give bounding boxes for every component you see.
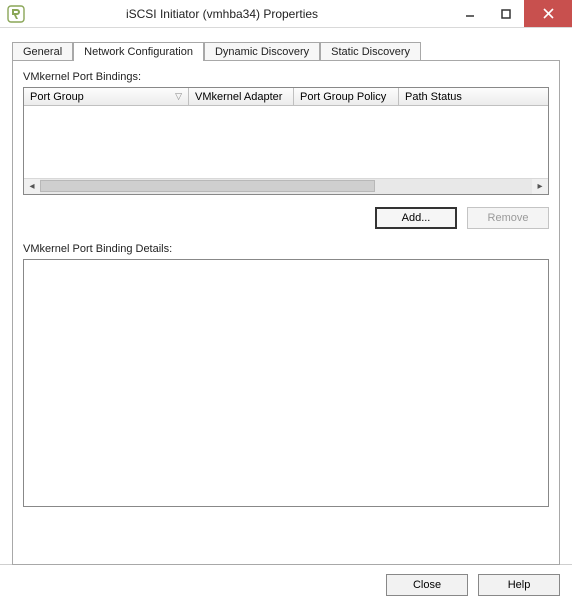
tab-general[interactable]: General xyxy=(12,42,73,61)
remove-button: Remove xyxy=(467,207,549,229)
minimize-button[interactable] xyxy=(452,0,488,27)
scroll-right-icon[interactable]: ▸ xyxy=(532,179,548,195)
binding-details-panel xyxy=(23,259,549,507)
col-pgpolicy-label: Port Group Policy xyxy=(300,91,386,103)
maximize-button[interactable] xyxy=(488,0,524,27)
scroll-track[interactable] xyxy=(40,179,532,194)
tab-network-configuration[interactable]: Network Configuration xyxy=(73,42,204,61)
col-port-group-policy[interactable]: Port Group Policy xyxy=(294,88,399,105)
list-header: Port Group ▽ VMkernel Adapter Port Group… xyxy=(24,88,548,106)
window-buttons xyxy=(452,0,572,27)
col-vmkernel-adapter[interactable]: VMkernel Adapter xyxy=(189,88,294,105)
close-button[interactable]: Close xyxy=(386,574,468,596)
bindings-label: VMkernel Port Bindings: xyxy=(23,71,549,83)
titlebar: iSCSI Initiator (vmhba34) Properties xyxy=(0,0,572,28)
sort-indicator-icon: ▽ xyxy=(175,91,182,102)
window-title: iSCSI Initiator (vmhba34) Properties xyxy=(32,7,452,21)
dialog-footer: Close Help xyxy=(0,564,572,604)
add-button[interactable]: Add... xyxy=(375,207,457,229)
app-icon xyxy=(6,4,26,24)
scroll-thumb[interactable] xyxy=(40,180,375,192)
close-window-button[interactable] xyxy=(524,0,572,27)
col-vmk-label: VMkernel Adapter xyxy=(195,91,282,103)
details-label: VMkernel Port Binding Details: xyxy=(23,243,549,255)
help-button[interactable]: Help xyxy=(478,574,560,596)
col-path-status[interactable]: Path Status xyxy=(399,88,548,105)
dialog-body: General Network Configuration Dynamic Di… xyxy=(0,28,572,564)
scroll-left-icon[interactable]: ◂ xyxy=(24,179,40,195)
bindings-button-row: Add... Remove xyxy=(23,207,549,229)
tab-static-discovery[interactable]: Static Discovery xyxy=(320,42,421,61)
list-body xyxy=(24,106,548,178)
col-port-group-label: Port Group xyxy=(30,91,84,103)
col-port-group[interactable]: Port Group ▽ xyxy=(24,88,189,105)
tab-dynamic-discovery[interactable]: Dynamic Discovery xyxy=(204,42,320,61)
tab-panel: VMkernel Port Bindings: Port Group ▽ VMk… xyxy=(12,60,560,565)
horizontal-scrollbar[interactable]: ◂ ▸ xyxy=(24,178,548,194)
tab-strip: General Network Configuration Dynamic Di… xyxy=(12,38,560,60)
col-path-label: Path Status xyxy=(405,91,462,103)
port-bindings-list[interactable]: Port Group ▽ VMkernel Adapter Port Group… xyxy=(23,87,549,195)
